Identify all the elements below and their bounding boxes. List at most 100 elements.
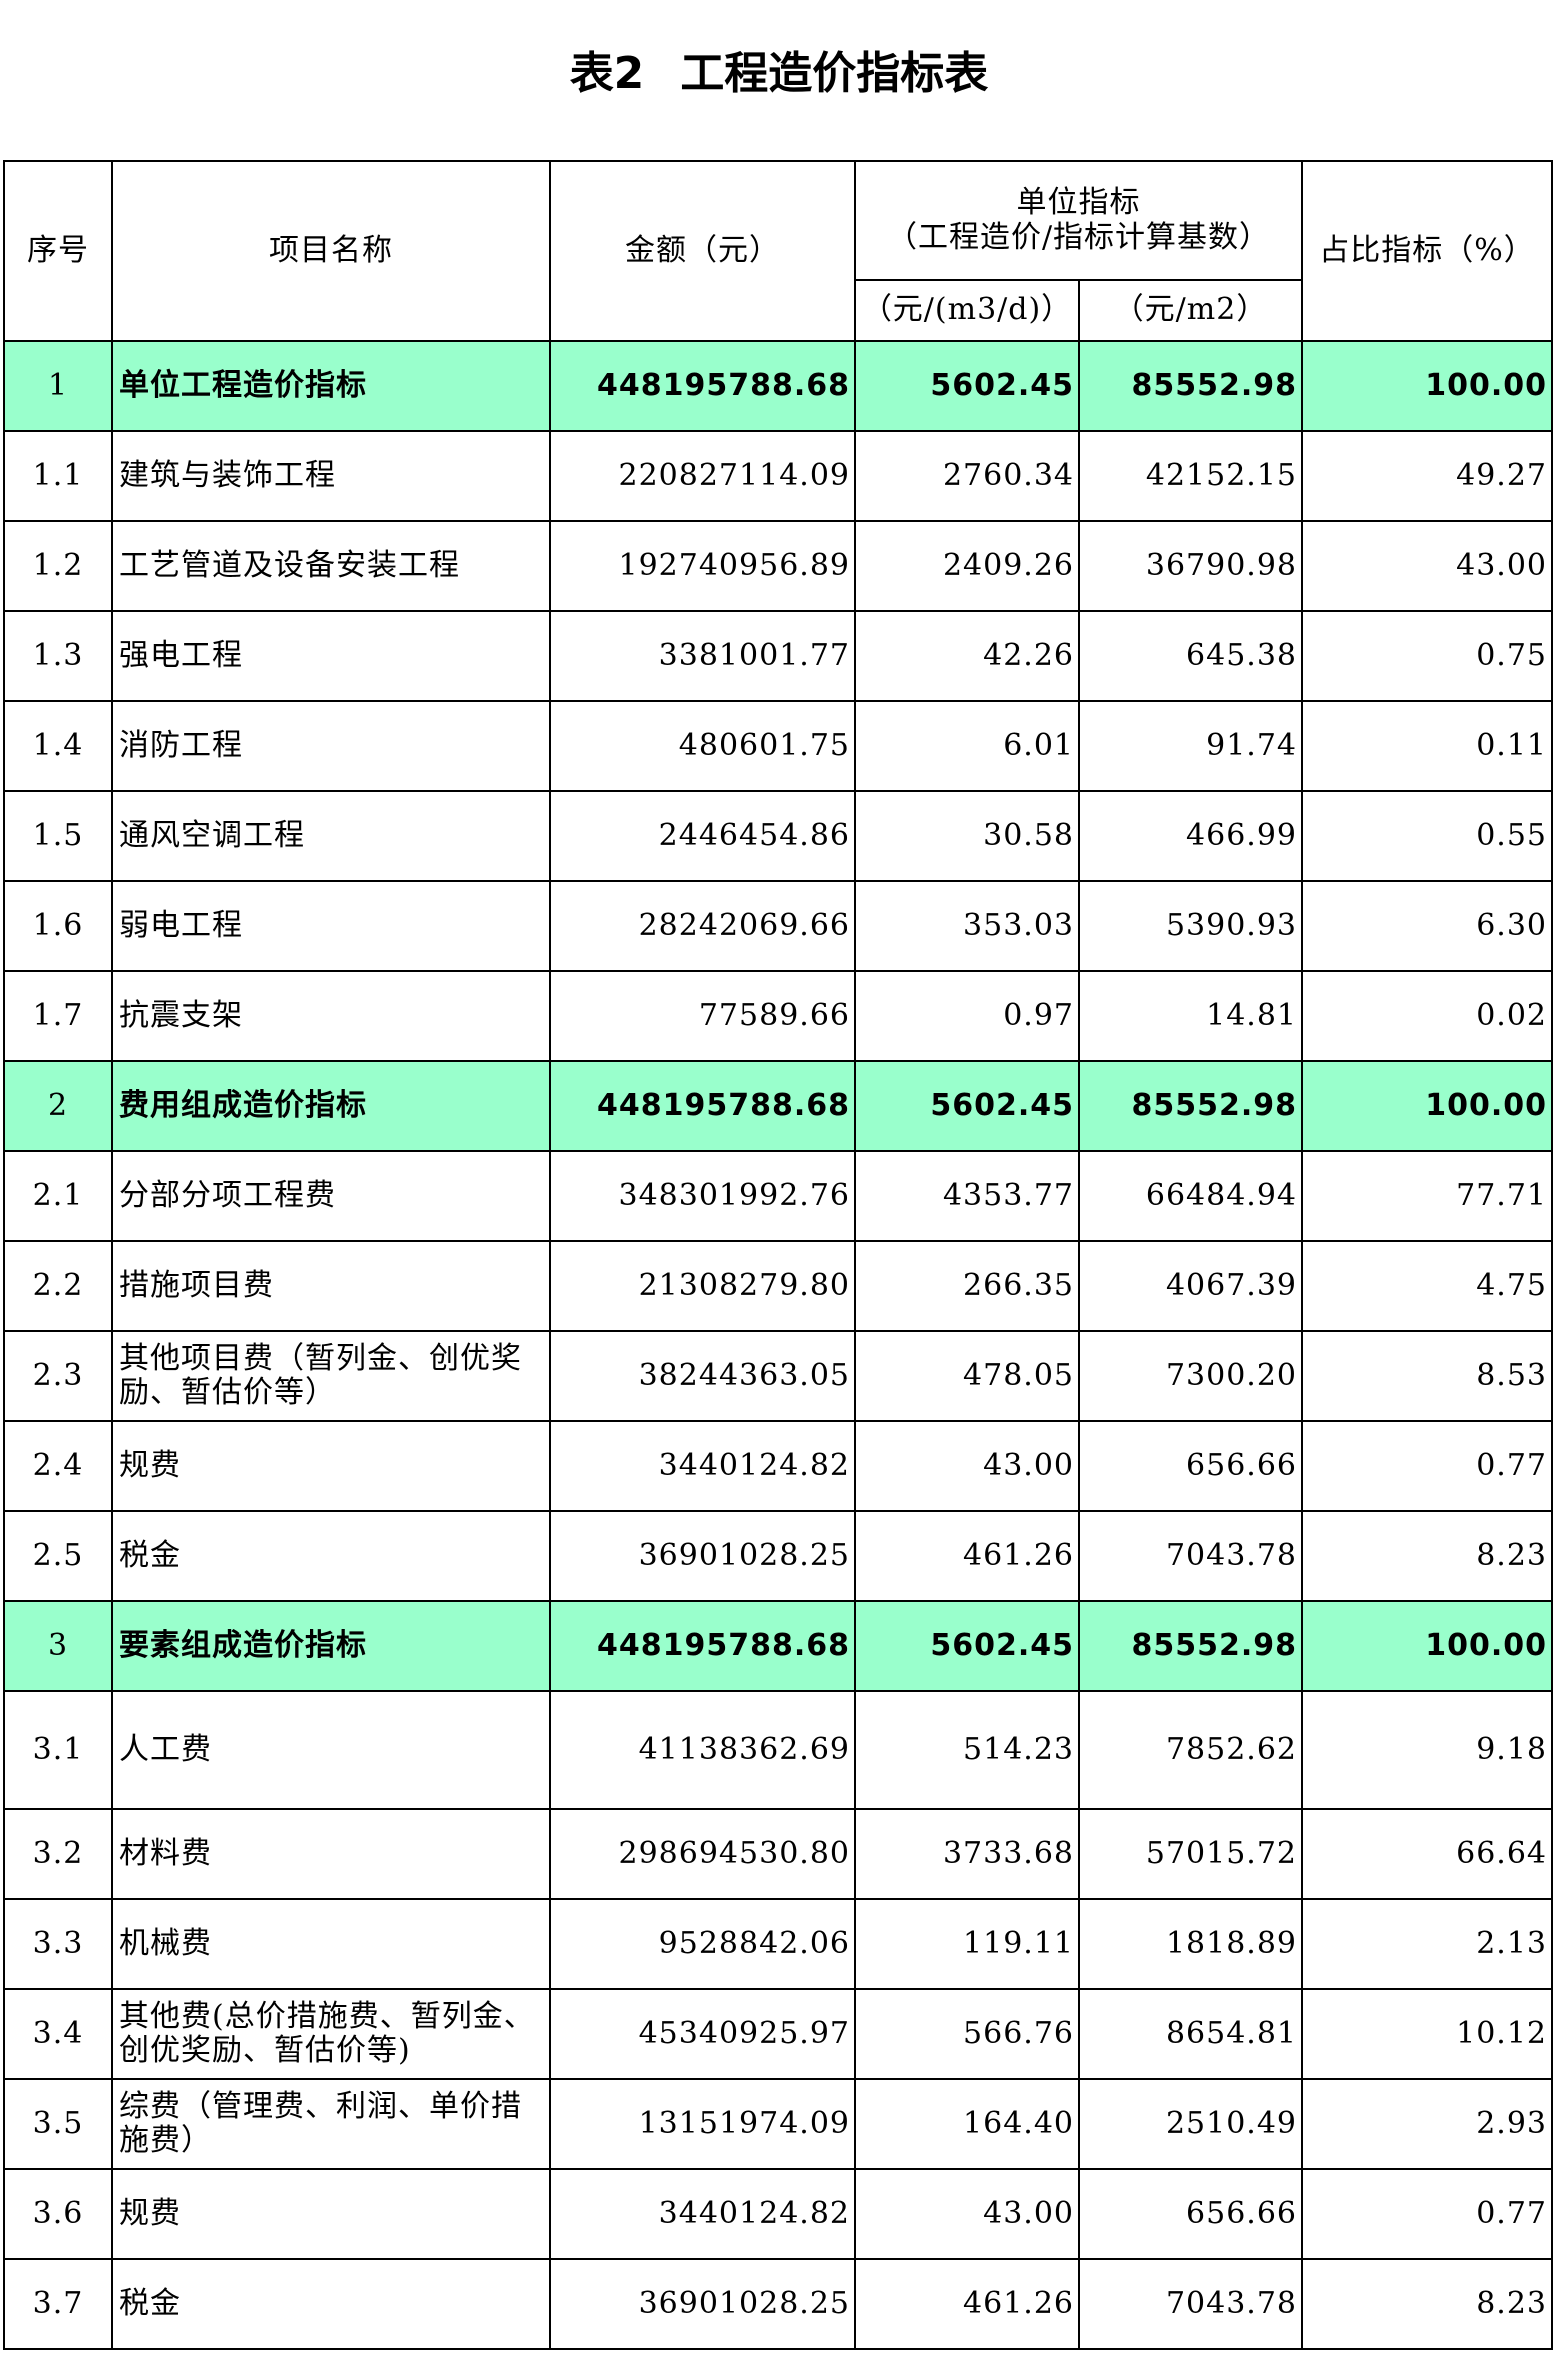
cell-amount: 41138362.69 [549, 1690, 856, 1810]
cell-per-m2: 7300.20 [1077, 1330, 1304, 1422]
cell-seq: 1.4 [3, 700, 113, 792]
cell-per-m2: 645.38 [1077, 610, 1304, 702]
cell-name: 费用组成造价指标 [111, 1060, 551, 1152]
cell-ratio: 43.00 [1301, 520, 1554, 612]
cell-per-m2: 1818.89 [1077, 1898, 1304, 1990]
table-row: 1.5 通风空调工程 2446454.86 30.58 466.99 0.55 [3, 790, 1554, 882]
cell-ratio: 0.77 [1301, 1420, 1554, 1512]
table-row: 3.4 其他费(总价措施费、暂列金、创优奖励、暂估价等) 45340925.97 56… [3, 1988, 1554, 2080]
cell-name: 消防工程 [111, 700, 551, 792]
cell-seq: 2 [3, 1060, 113, 1152]
cell-per-m2: 91.74 [1077, 700, 1304, 792]
cell-per-m2: 85552.98 [1077, 1060, 1304, 1152]
cell-seq: 2.3 [3, 1330, 113, 1422]
cell-per-m2: 656.66 [1077, 2168, 1304, 2260]
cell-per-m2: 2510.49 [1077, 2078, 1304, 2170]
cell-ratio: 0.55 [1301, 790, 1554, 882]
cell-amount: 3440124.82 [549, 2168, 856, 2260]
table-row: 2.2 措施项目费 21308279.80 266.35 4067.39 4.75 [3, 1240, 1554, 1332]
cell-amount: 348301992.76 [549, 1150, 856, 1242]
cell-per-m3d: 478.05 [854, 1330, 1080, 1422]
cell-ratio: 77.71 [1301, 1150, 1554, 1242]
cell-per-m3d: 164.40 [854, 2078, 1080, 2170]
cell-ratio: 49.27 [1301, 430, 1554, 522]
table-row: 1.6 弱电工程 28242069.66 353.03 5390.93 6.30 [3, 880, 1554, 972]
cell-ratio: 8.53 [1301, 1330, 1554, 1422]
cell-per-m3d: 2760.34 [854, 430, 1080, 522]
cell-amount: 9528842.06 [549, 1898, 856, 1990]
header-unit-per-m2: （元/m2） [1077, 279, 1304, 342]
cell-per-m3d: 6.01 [854, 700, 1080, 792]
cell-name: 税金 [111, 2258, 551, 2350]
cell-seq: 3 [3, 1600, 113, 1692]
cell-per-m2: 4067.39 [1077, 1240, 1304, 1332]
cell-amount: 220827114.09 [549, 430, 856, 522]
cell-per-m2: 14.81 [1077, 970, 1304, 1062]
header-unit-per-m3d: （元/(m3/d)） [854, 279, 1080, 342]
table-row: 3.5 综费（管理费、利润、单价措施费） 13151974.09 164.40 2510… [3, 2078, 1554, 2170]
cell-amount: 448195788.68 [549, 1060, 856, 1152]
table-row: 1.3 强电工程 3381001.77 42.26 645.38 0.75 [3, 610, 1554, 702]
cell-ratio: 0.75 [1301, 610, 1554, 702]
cell-per-m2: 7043.78 [1077, 1510, 1304, 1602]
cell-per-m3d: 5602.45 [854, 1060, 1080, 1152]
cell-name: 税金 [111, 1510, 551, 1602]
cell-per-m3d: 4353.77 [854, 1150, 1080, 1242]
cell-seq: 3.2 [3, 1808, 113, 1900]
section-row: 3 要素组成造价指标 448195788.68 5602.45 85552.98 100.… [3, 1600, 1554, 1692]
header-amount: 金额（元） [549, 160, 856, 342]
cell-per-m2: 7043.78 [1077, 2258, 1304, 2350]
cell-amount: 448195788.68 [549, 340, 856, 432]
table-row: 1.1 建筑与装饰工程 220827114.09 2760.34 42152.15 49.… [3, 430, 1554, 522]
cell-amount: 21308279.80 [549, 1240, 856, 1332]
cell-name: 机械费 [111, 1898, 551, 1990]
cell-seq: 2.4 [3, 1420, 113, 1512]
cell-name: 综费（管理费、利润、单价措施费） [111, 2078, 551, 2170]
table-row: 1.4 消防工程 480601.75 6.01 91.74 0.11 [3, 700, 1554, 792]
header-unit-index: 单位指标 （工程造价/指标计算基数） [853, 160, 1304, 281]
cell-per-m3d: 353.03 [854, 880, 1080, 972]
cost-index-table: 序号 项目名称 金额（元） 单位指标 （工程造价/指标计算基数） 占比指标（%）… [3, 160, 1554, 2350]
header-name: 项目名称 [111, 160, 551, 342]
cell-seq: 2.2 [3, 1240, 113, 1332]
cell-amount: 2446454.86 [549, 790, 856, 882]
cell-name: 弱电工程 [111, 880, 551, 972]
header-ratio: 占比指标（%） [1301, 160, 1554, 342]
table-row: 2.3 其他项目费（暂列金、创优奖励、暂估价等） 38244363.05 478.05… [3, 1330, 1554, 1422]
cell-name: 强电工程 [111, 610, 551, 702]
cell-per-m2: 57015.72 [1077, 1808, 1304, 1900]
cell-per-m3d: 0.97 [854, 970, 1080, 1062]
cell-per-m3d: 30.58 [854, 790, 1080, 882]
cell-amount: 77589.66 [549, 970, 856, 1062]
cell-name: 分部分项工程费 [111, 1150, 551, 1242]
cell-per-m3d: 2409.26 [854, 520, 1080, 612]
section-row: 2 费用组成造价指标 448195788.68 5602.45 85552.98 100.… [3, 1060, 1554, 1152]
cell-per-m2: 42152.15 [1077, 430, 1304, 522]
cell-ratio: 10.12 [1301, 1988, 1554, 2080]
cell-ratio: 9.18 [1301, 1690, 1554, 1810]
cell-name: 要素组成造价指标 [111, 1600, 551, 1692]
cell-ratio: 66.64 [1301, 1808, 1554, 1900]
section-row: 1 单位工程造价指标 448195788.68 5602.45 85552.98 100.… [3, 340, 1554, 432]
page-title: 表2 工程造价指标表 [0, 52, 1558, 96]
cell-per-m2: 7852.62 [1077, 1690, 1304, 1810]
cell-name: 其他费(总价措施费、暂列金、创优奖励、暂估价等) [111, 1988, 551, 2080]
cell-seq: 2.5 [3, 1510, 113, 1602]
cell-name: 措施项目费 [111, 1240, 551, 1332]
cell-ratio: 4.75 [1301, 1240, 1554, 1332]
table-row: 3.2 材料费 298694530.80 3733.68 57015.72 66.64 [3, 1808, 1554, 1900]
cell-name: 规费 [111, 2168, 551, 2260]
cell-amount: 36901028.25 [549, 1510, 856, 1602]
header-unit-index-line1: 单位指标 [1016, 185, 1141, 220]
cell-per-m3d: 461.26 [854, 1510, 1080, 1602]
table-title: 工程造价指标表 [680, 48, 989, 99]
cell-ratio: 100.00 [1301, 340, 1554, 432]
cell-seq: 3.4 [3, 1988, 113, 2080]
cell-name: 其他项目费（暂列金、创优奖励、暂估价等） [111, 1330, 551, 1422]
cell-name: 抗震支架 [111, 970, 551, 1062]
cell-seq: 1.1 [3, 430, 113, 522]
table-row: 2.1 分部分项工程费 348301992.76 4353.77 66484.94 77.… [3, 1150, 1554, 1242]
cell-seq: 1.5 [3, 790, 113, 882]
cell-amount: 36901028.25 [549, 2258, 856, 2350]
cell-seq: 3.7 [3, 2258, 113, 2350]
